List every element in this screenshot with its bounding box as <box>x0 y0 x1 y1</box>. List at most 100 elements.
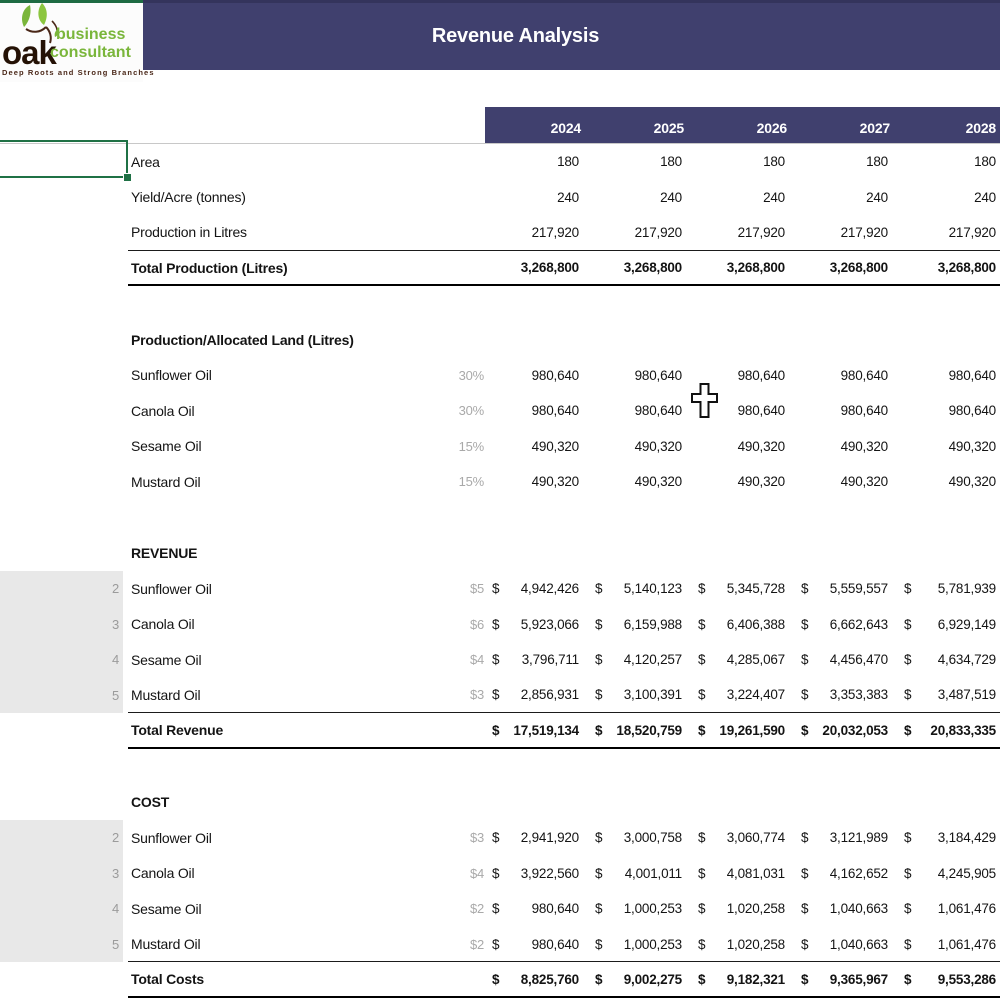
value-cell[interactable]: 490,320 <box>588 464 691 500</box>
value-cell-empty[interactable] <box>897 322 1000 358</box>
rate-cell[interactable]: $3 <box>448 678 485 714</box>
active-cell-selection[interactable] <box>0 140 128 178</box>
value-cell-empty[interactable] <box>897 784 1000 820</box>
value-cell-empty[interactable] <box>588 784 691 820</box>
value-cell[interactable]: $1,040,663 <box>794 891 897 927</box>
value-cell[interactable]: 3,268,800 <box>485 251 588 287</box>
value-cell[interactable]: 217,920 <box>485 215 588 251</box>
row-number[interactable]: 2 <box>0 570 128 607</box>
value-cell[interactable]: $2,941,920 <box>485 820 588 856</box>
value-cell[interactable]: $5,559,557 <box>794 571 897 607</box>
value-cell-empty[interactable] <box>485 322 588 358</box>
value-cell-empty[interactable] <box>485 535 588 571</box>
value-cell[interactable]: $17,519,134 <box>485 713 588 749</box>
value-cell[interactable]: $6,662,643 <box>794 607 897 643</box>
value-cell[interactable]: $4,162,652 <box>794 856 897 892</box>
rate-cell[interactable]: $5 <box>448 571 485 607</box>
value-cell-empty[interactable] <box>691 322 794 358</box>
value-cell-empty[interactable] <box>691 784 794 820</box>
year-header-cell[interactable]: 2028 <box>897 107 1000 143</box>
row-label[interactable]: Sunflower Oil <box>128 571 448 607</box>
row-number[interactable]: 2 <box>0 819 128 856</box>
value-cell[interactable]: $4,942,426 <box>485 571 588 607</box>
year-header-cell[interactable]: 2025 <box>588 107 691 143</box>
value-cell[interactable]: $1,040,663 <box>794 927 897 963</box>
row-number[interactable]: 5 <box>0 926 128 963</box>
value-cell-empty[interactable] <box>794 322 897 358</box>
value-cell[interactable]: 490,320 <box>897 464 1000 500</box>
rate-cell[interactable]: $2 <box>448 891 485 927</box>
value-cell[interactable]: 180 <box>897 144 1000 180</box>
value-cell[interactable]: $4,456,470 <box>794 642 897 678</box>
year-header-cell[interactable]: 2026 <box>691 107 794 143</box>
value-cell[interactable]: $4,120,257 <box>588 642 691 678</box>
value-cell[interactable]: 980,640 <box>794 357 897 393</box>
value-cell[interactable]: 3,268,800 <box>794 251 897 287</box>
row-label[interactable]: Sesame Oil <box>128 429 448 465</box>
row-number[interactable]: 4 <box>0 642 128 678</box>
year-header-cell[interactable]: 2024 <box>485 107 588 143</box>
value-cell[interactable]: 217,920 <box>588 215 691 251</box>
value-cell[interactable]: $3,796,711 <box>485 642 588 678</box>
row-label[interactable]: Canola Oil <box>128 856 448 892</box>
row-label[interactable]: COST <box>128 784 448 820</box>
rate-cell[interactable]: 15% <box>448 464 485 500</box>
value-cell[interactable]: $8,825,760 <box>485 962 588 998</box>
row-label[interactable]: Production/Allocated Land (Litres) <box>128 322 448 358</box>
value-cell[interactable]: 3,268,800 <box>691 251 794 287</box>
row-number[interactable]: 5 <box>0 677 128 714</box>
value-cell[interactable]: $6,929,149 <box>897 607 1000 643</box>
rate-cell[interactable]: $4 <box>448 642 485 678</box>
value-cell[interactable]: $6,406,388 <box>691 607 794 643</box>
value-cell[interactable]: 240 <box>897 180 1000 216</box>
value-cell[interactable]: $9,553,286 <box>897 962 1000 998</box>
rate-cell[interactable]: $2 <box>448 927 485 963</box>
value-cell[interactable]: $5,140,123 <box>588 571 691 607</box>
value-cell[interactable]: $4,001,011 <box>588 856 691 892</box>
row-label[interactable]: Sesame Oil <box>128 642 448 678</box>
row-label[interactable]: Sunflower Oil <box>128 357 448 393</box>
value-cell[interactable]: 490,320 <box>691 464 794 500</box>
value-cell[interactable]: $20,833,335 <box>897 713 1000 749</box>
value-cell[interactable]: 980,640 <box>588 357 691 393</box>
value-cell[interactable]: $9,365,967 <box>794 962 897 998</box>
value-cell[interactable]: $4,245,905 <box>897 856 1000 892</box>
row-label[interactable]: Canola Oil <box>128 607 448 643</box>
value-cell[interactable]: 3,268,800 <box>588 251 691 287</box>
row-label[interactable]: Mustard Oil <box>128 464 448 500</box>
value-cell[interactable]: $3,184,429 <box>897 820 1000 856</box>
row-label[interactable]: Total Costs <box>128 962 448 998</box>
value-cell[interactable]: $1,061,476 <box>897 927 1000 963</box>
value-cell[interactable]: $1,020,258 <box>691 891 794 927</box>
value-cell[interactable]: 490,320 <box>485 464 588 500</box>
value-cell[interactable]: 980,640 <box>794 393 897 429</box>
value-cell[interactable]: 217,920 <box>691 215 794 251</box>
value-cell[interactable]: $4,285,067 <box>691 642 794 678</box>
value-cell[interactable]: $18,520,759 <box>588 713 691 749</box>
rate-cell[interactable]: $4 <box>448 856 485 892</box>
value-cell[interactable]: $5,345,728 <box>691 571 794 607</box>
value-cell[interactable]: $20,032,053 <box>794 713 897 749</box>
value-cell[interactable]: $1,020,258 <box>691 927 794 963</box>
value-cell[interactable]: $1,061,476 <box>897 891 1000 927</box>
value-cell[interactable]: 980,640 <box>485 357 588 393</box>
row-number[interactable]: 4 <box>0 891 128 927</box>
value-cell[interactable]: 3,268,800 <box>897 251 1000 287</box>
value-cell-empty[interactable] <box>794 535 897 571</box>
value-cell[interactable]: $9,002,275 <box>588 962 691 998</box>
value-cell[interactable]: 980,640 <box>897 393 1000 429</box>
value-cell[interactable]: 490,320 <box>691 429 794 465</box>
value-cell[interactable]: 180 <box>485 144 588 180</box>
value-cell[interactable]: 217,920 <box>794 215 897 251</box>
rate-cell[interactable]: 30% <box>448 357 485 393</box>
value-cell[interactable]: $19,261,590 <box>691 713 794 749</box>
row-label[interactable]: Total Production (Litres) <box>128 251 448 287</box>
value-cell[interactable]: $5,923,066 <box>485 607 588 643</box>
row-label[interactable]: Area <box>128 144 448 180</box>
row-label[interactable]: Mustard Oil <box>128 678 448 714</box>
value-cell[interactable]: $3,121,989 <box>794 820 897 856</box>
row-label[interactable]: Yield/Acre (tonnes) <box>128 180 448 216</box>
value-cell[interactable]: $3,224,407 <box>691 678 794 714</box>
value-cell[interactable]: 980,640 <box>485 393 588 429</box>
value-cell[interactable]: 490,320 <box>794 464 897 500</box>
